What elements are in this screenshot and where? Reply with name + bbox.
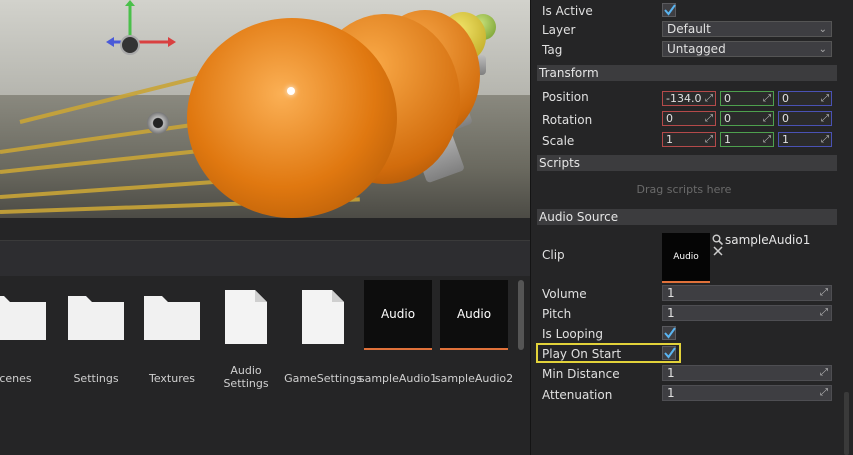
expand-icon: ⤢ [705,113,713,124]
clip-name: sampleAudio1 [725,233,811,247]
layer-dropdown[interactable]: Default ⌄ [662,21,832,37]
folder-icon [68,296,124,340]
volume-value: 1 [667,286,675,300]
expand-icon: ⤢ [820,307,828,318]
folder-icon [0,296,46,340]
audio-thumbnail: Audio [440,280,508,350]
scale-x-value: 1 [666,133,673,146]
sphere-object[interactable] [187,18,397,218]
scale-label: Scale [542,134,575,148]
pitch-field[interactable]: 1 ⤢ [662,305,832,321]
audio-source-header[interactable]: Audio Source [537,209,837,225]
expand-icon: ⤢ [820,367,828,378]
scale-z-value: 1 [782,133,789,146]
checkmark-icon [664,327,676,339]
expand-icon: ⤢ [820,387,828,398]
assets-panel: Scenes Settings Textures Audio Settings … [0,276,530,455]
layer-row: Layer Default ⌄ [531,21,837,41]
audio-thumbnail: Audio [364,280,432,350]
expand-icon: ⤢ [763,134,771,145]
tag-label: Tag [542,43,563,57]
attenuation-value: 1 [667,386,675,400]
document-icon [302,290,344,344]
rotation-x-field[interactable]: 0 ⤢ [662,111,716,126]
clip-label: Clip [542,248,565,262]
inspector-panel: Is Active Layer Default ⌄ Tag Untagged ⌄… [530,0,853,455]
volume-label: Volume [542,287,587,301]
layer-label: Layer [542,23,576,37]
layer-value: Default [667,22,711,36]
chevron-down-icon: ⌄ [818,24,827,35]
expand-icon: ⤢ [821,113,829,124]
min-distance-value: 1 [667,366,675,380]
attenuation-field[interactable]: 1 ⤢ [662,385,832,401]
is-active-checkbox[interactable] [662,3,676,17]
volume-field[interactable]: 1 ⤢ [662,285,832,301]
min-distance-label: Min Distance [542,367,620,381]
rotation-y-value: 0 [724,112,731,125]
rotation-row: Rotation 0 ⤢ 0 ⤢ 0 ⤢ [531,111,837,131]
position-z-value: 0 [782,92,789,105]
expand-icon: ⤢ [763,113,771,124]
search-icon[interactable] [712,234,723,245]
assets-toolbar [0,240,530,276]
rotation-z-value: 0 [782,112,789,125]
rotation-x-value: 0 [666,112,673,125]
pitch-value: 1 [667,306,675,320]
inspector-scrollbar[interactable] [844,392,849,455]
checkmark-icon [664,4,676,16]
transform-header[interactable]: Transform [537,65,837,81]
is-active-row: Is Active [531,2,837,22]
expand-icon: ⤢ [820,287,828,298]
transform-gizmo[interactable] [104,0,180,60]
position-x-field[interactable]: -134.0 ⤢ [662,91,716,106]
scale-y-field[interactable]: 1 ⤢ [720,132,774,147]
tag-row: Tag Untagged ⌄ [531,41,837,61]
attenuation-label: Attenuation [542,388,613,402]
is-looping-checkbox[interactable] [662,326,676,340]
rotation-label: Rotation [542,113,593,127]
pitch-label: Pitch [542,307,572,321]
expand-icon: ⤢ [705,93,713,104]
scale-z-field[interactable]: 1 ⤢ [778,132,832,147]
position-z-field[interactable]: 0 ⤢ [778,91,832,106]
rotation-y-field[interactable]: 0 ⤢ [720,111,774,126]
is-looping-label: Is Looping [542,327,603,341]
position-label: Position [542,90,589,104]
tag-value: Untagged [667,42,726,56]
clip-thumbnail[interactable]: Audio [662,233,710,283]
position-row: Position -134.0 ⤢ 0 ⤢ 0 ⤢ [531,89,837,109]
expand-icon: ⤢ [763,93,771,104]
scale-row: Scale 1 ⤢ 1 ⤢ 1 ⤢ [531,132,837,152]
assets-scrollbar[interactable] [518,280,524,350]
document-icon [225,290,267,344]
folder-icon [144,296,200,340]
position-x-value: -134.0 [666,92,702,105]
scale-x-field[interactable]: 1 ⤢ [662,132,716,147]
speaker-object[interactable] [147,112,169,134]
viewport-toolbar [0,218,530,240]
scene-viewport[interactable] [0,0,530,218]
expand-icon: ⤢ [705,134,713,145]
position-y-value: 0 [724,92,731,105]
asset-label: sampleAudio2 [434,372,514,385]
expand-icon: ⤢ [821,134,829,145]
scale-y-value: 1 [724,133,731,146]
is-active-label: Is Active [542,4,593,18]
sphere-highlight [287,87,295,95]
position-y-field[interactable]: 0 ⤢ [720,91,774,106]
chevron-down-icon: ⌄ [818,44,827,55]
play-on-start-highlight [536,343,681,363]
expand-icon: ⤢ [821,93,829,104]
tag-dropdown[interactable]: Untagged ⌄ [662,41,832,57]
close-icon[interactable] [713,246,723,256]
min-distance-field[interactable]: 1 ⤢ [662,365,832,381]
scripts-header[interactable]: Scripts [537,155,837,171]
scripts-drop-zone[interactable]: Drag scripts here [531,183,837,196]
rotation-z-field[interactable]: 0 ⤢ [778,111,832,126]
